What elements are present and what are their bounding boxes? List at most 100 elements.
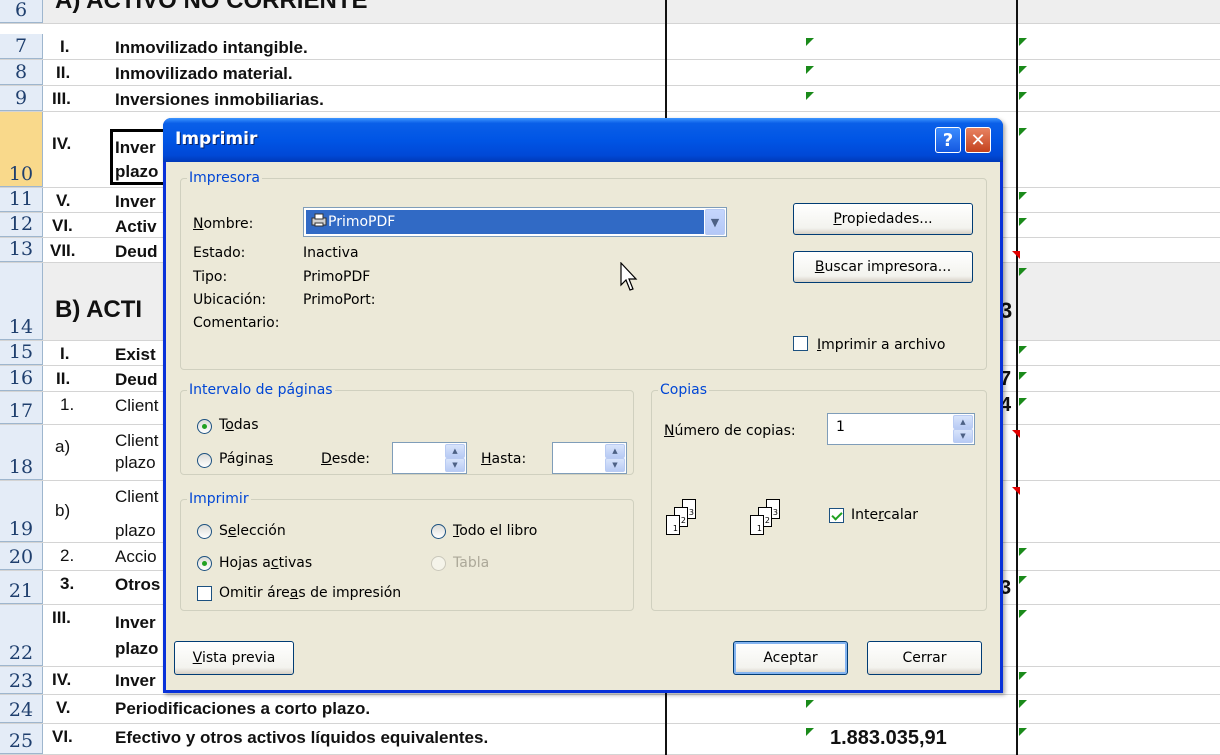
ignore-print-areas-label: Omitir áreas de impresión <box>219 585 402 601</box>
print-to-file-checkbox[interactable] <box>793 336 808 351</box>
status-label: Estado: <box>193 245 246 261</box>
active-sheets-radio[interactable] <box>197 556 212 571</box>
all-pages-radio[interactable] <box>197 419 212 434</box>
copies-legend: Copias <box>658 382 709 398</box>
row-label: Exist <box>115 345 156 364</box>
row-number[interactable]: 15 <box>0 341 43 365</box>
spin-up-icon[interactable]: ▲ <box>605 444 625 458</box>
row-label: Inver <box>115 192 156 211</box>
collate-checkbox[interactable] <box>829 508 844 523</box>
cell-indicator <box>1019 728 1027 736</box>
sheet-row[interactable]: 6 A) ACTIVO NO CORRIENTE <box>0 0 1220 24</box>
cell-indicator <box>1019 268 1027 276</box>
row-number[interactable]: 22 <box>0 605 43 666</box>
chevron-down-icon[interactable]: ▼ <box>705 209 725 235</box>
sheet-row[interactable]: 25 VI. Efectivo y otros activos líquidos… <box>0 724 1220 755</box>
row-label: Inmovilizado material. <box>115 64 293 83</box>
collate-label: Intercalar <box>851 507 919 523</box>
row-number[interactable]: 20 <box>0 543 43 570</box>
row-amount: 1.883.035,91 <box>830 727 947 749</box>
row-label: Deud <box>115 242 158 261</box>
row-number[interactable]: 9 <box>0 86 43 111</box>
printer-icon <box>311 213 327 227</box>
row-roman: a) <box>55 437 71 456</box>
cell-indicator <box>1019 672 1027 680</box>
dialog-titlebar[interactable]: Imprimir ? ✕ <box>163 118 1003 162</box>
row-roman: b) <box>55 501 71 520</box>
properties-button[interactable]: Propiedades... <box>793 203 973 235</box>
close-button[interactable]: ✕ <box>965 127 991 153</box>
table-radio <box>431 556 446 571</box>
row-number[interactable]: 13 <box>0 238 43 262</box>
cancel-button[interactable]: Cerrar <box>867 641 982 675</box>
cell-indicator <box>1019 66 1027 74</box>
printer-group: Impresora Nombre: PrimoPDF ▼ Estado: Ina… <box>180 170 987 370</box>
pages-radio[interactable] <box>197 453 212 468</box>
selection-label: Selección <box>219 523 286 539</box>
help-button[interactable]: ? <box>935 127 961 153</box>
sheet-row[interactable]: 7 I. Inmovilizado intangible. <box>0 34 1220 60</box>
row-number[interactable]: 21 <box>0 571 43 604</box>
row-label: Client <box>115 431 159 450</box>
copies-group: Copias Número de copias: 1 ▲ ▼ 3 2 1 3 2 … <box>651 382 987 611</box>
row-roman: III. <box>52 89 71 108</box>
row-label: B) ACTI <box>55 296 143 323</box>
row-number[interactable]: 6 <box>0 0 43 23</box>
row-number[interactable]: 17 <box>0 392 43 424</box>
find-printer-button[interactable]: Buscar impresora... <box>793 251 973 283</box>
cell-indicator <box>1019 192 1027 200</box>
selection-radio[interactable] <box>197 524 212 539</box>
row-number[interactable]: 25 <box>0 724 43 754</box>
whole-book-radio[interactable] <box>431 524 446 539</box>
cell-indicator <box>1019 38 1027 46</box>
row-number[interactable]: 19 <box>0 481 43 542</box>
spin-down-icon[interactable]: ▼ <box>605 458 625 472</box>
row-number[interactable]: 8 <box>0 60 43 85</box>
sheet-row[interactable]: 9 III. Inversiones inmobiliarias. <box>0 86 1220 112</box>
selected-cell[interactable] <box>110 129 170 185</box>
whole-book-label: Todo el libro <box>453 523 538 539</box>
row-number[interactable]: 7 <box>0 34 43 59</box>
sheet-row[interactable]: 24 V. Periodificaciones a corto plazo. <box>0 695 1220 724</box>
ok-button[interactable]: Aceptar <box>733 641 848 675</box>
print-to-file-label: Imprimir a archivo <box>817 337 946 353</box>
error-indicator <box>1012 251 1020 259</box>
cell-indicator <box>1019 372 1027 380</box>
row-label: Inmovilizado intangible. <box>115 38 308 57</box>
copies-count-input[interactable]: 1 ▲ ▼ <box>827 413 975 445</box>
row-number[interactable]: 24 <box>0 695 43 723</box>
row-roman: V. <box>56 698 71 717</box>
from-page-input[interactable]: ▲ ▼ <box>392 442 467 474</box>
to-page-input[interactable]: ▲ ▼ <box>552 442 627 474</box>
row-roman: II. <box>56 63 71 82</box>
spin-down-icon[interactable]: ▼ <box>445 458 465 472</box>
printer-group-legend: Impresora <box>187 170 262 186</box>
active-sheets-label: Hojas activas <box>219 555 313 571</box>
copies-count-label: Número de copias: <box>664 423 796 439</box>
cell-indicator <box>806 700 814 708</box>
row-label: Client <box>115 396 159 415</box>
cell-indicator <box>1019 610 1027 618</box>
ignore-print-areas-checkbox[interactable] <box>197 586 212 601</box>
spin-up-icon[interactable]: ▲ <box>953 415 973 429</box>
row-number[interactable]: 11 <box>0 188 43 212</box>
sheet-row[interactable]: 8 II. Inmovilizado material. <box>0 60 1220 86</box>
row-number[interactable]: 14 <box>0 263 43 340</box>
to-label: Hasta: <box>481 451 527 467</box>
spin-up-icon[interactable]: ▲ <box>445 444 465 458</box>
cell-indicator <box>1019 576 1027 584</box>
row-number[interactable]: 23 <box>0 667 43 694</box>
cell-indicator <box>806 92 814 100</box>
status-value: Inactiva <box>303 245 359 261</box>
row-number-selected[interactable]: 10 <box>0 112 43 187</box>
row-number[interactable]: 18 <box>0 425 43 480</box>
row-label: Accio <box>115 547 157 566</box>
cell-indicator <box>806 728 814 736</box>
row-number[interactable]: 12 <box>0 213 43 237</box>
preview-button[interactable]: Vista previa <box>174 641 294 675</box>
printer-name-select[interactable]: PrimoPDF ▼ <box>303 207 727 237</box>
row-roman: III. <box>52 608 71 627</box>
row-roman: VII. <box>50 241 76 260</box>
spin-down-icon[interactable]: ▼ <box>953 429 973 443</box>
row-number[interactable]: 16 <box>0 366 43 391</box>
